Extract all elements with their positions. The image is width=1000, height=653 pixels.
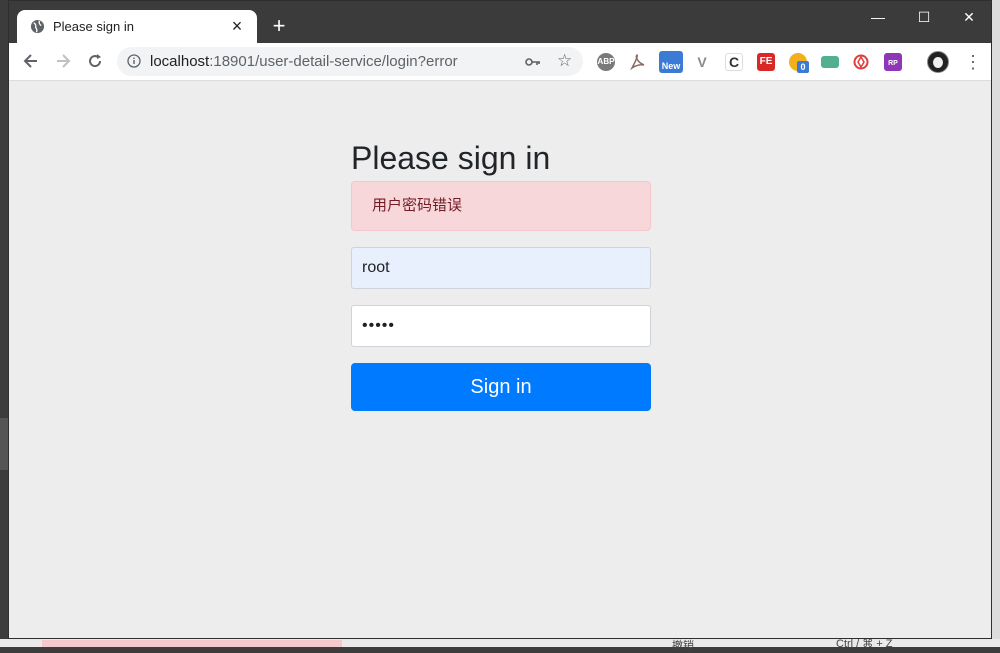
url-host: localhost (150, 53, 210, 70)
password-input[interactable]: ••••• (351, 305, 651, 347)
pdf-icon[interactable] (629, 53, 647, 71)
page-title: Please sign in (351, 140, 551, 176)
error-alert: 用户密码错误 (351, 181, 651, 231)
url-text: localhost:18901/user-detail-service/logi… (150, 53, 458, 70)
url-path: :18901/user-detail-service/login?error (209, 53, 458, 70)
bookmark-star-icon[interactable]: ☆ (557, 52, 575, 70)
back-arrow-icon[interactable] (21, 51, 41, 71)
new-tab-button[interactable]: + (269, 15, 289, 37)
minimize-button[interactable]: — (863, 7, 893, 27)
forward-arrow-icon[interactable] (53, 51, 73, 71)
green-box-icon[interactable] (821, 56, 839, 68)
globe-icon (30, 19, 45, 34)
tab-title: Please sign in (53, 19, 134, 34)
active-tab[interactable]: Please sign in × (17, 10, 257, 43)
avatar-face (933, 57, 943, 68)
desktop-pink-fragment (42, 640, 342, 647)
lastpass-icon[interactable] (852, 53, 870, 71)
signin-form: Please sign in 用户密码错误 root ••••• Sign in (351, 136, 651, 411)
username-input[interactable]: root (351, 247, 651, 289)
browser-window: Please sign in × + — ☐ ✕ localhost:18901… (8, 0, 992, 639)
key-icon[interactable] (525, 55, 541, 69)
new-extension-icon[interactable]: New (659, 51, 683, 73)
badge-count: 0 (797, 61, 809, 73)
close-window-button[interactable]: ✕ (954, 7, 984, 27)
sign-in-button[interactable]: Sign in (351, 363, 651, 411)
info-icon[interactable] (127, 54, 141, 68)
profile-avatar[interactable] (927, 51, 949, 73)
abp-icon[interactable]: ABP (597, 53, 615, 71)
desktop-left-strip (0, 418, 8, 470)
rp-icon[interactable]: RP (884, 53, 902, 71)
browser-toolbar: localhost:18901/user-detail-service/logi… (9, 43, 991, 81)
tab-close-icon[interactable]: × (227, 16, 247, 36)
desktop-undo-text: 撤销 (672, 640, 694, 652)
more-menu-icon[interactable]: ⋮ (964, 52, 982, 72)
c-extension-icon[interactable]: C (725, 53, 743, 71)
maximize-button[interactable]: ☐ (909, 7, 939, 27)
fe-helper-icon[interactable]: FE (757, 53, 775, 71)
page-content: Please sign in 用户密码错误 root ••••• Sign in (9, 81, 991, 638)
reload-icon[interactable] (85, 51, 105, 71)
desktop-right-panel (992, 0, 1000, 647)
todo-extension-icon[interactable]: 0 (789, 53, 809, 73)
title-bar: Please sign in × + — ☐ ✕ (9, 1, 991, 43)
address-bar[interactable]: localhost:18901/user-detail-service/logi… (117, 47, 583, 76)
vue-devtools-icon[interactable]: V (693, 53, 711, 71)
